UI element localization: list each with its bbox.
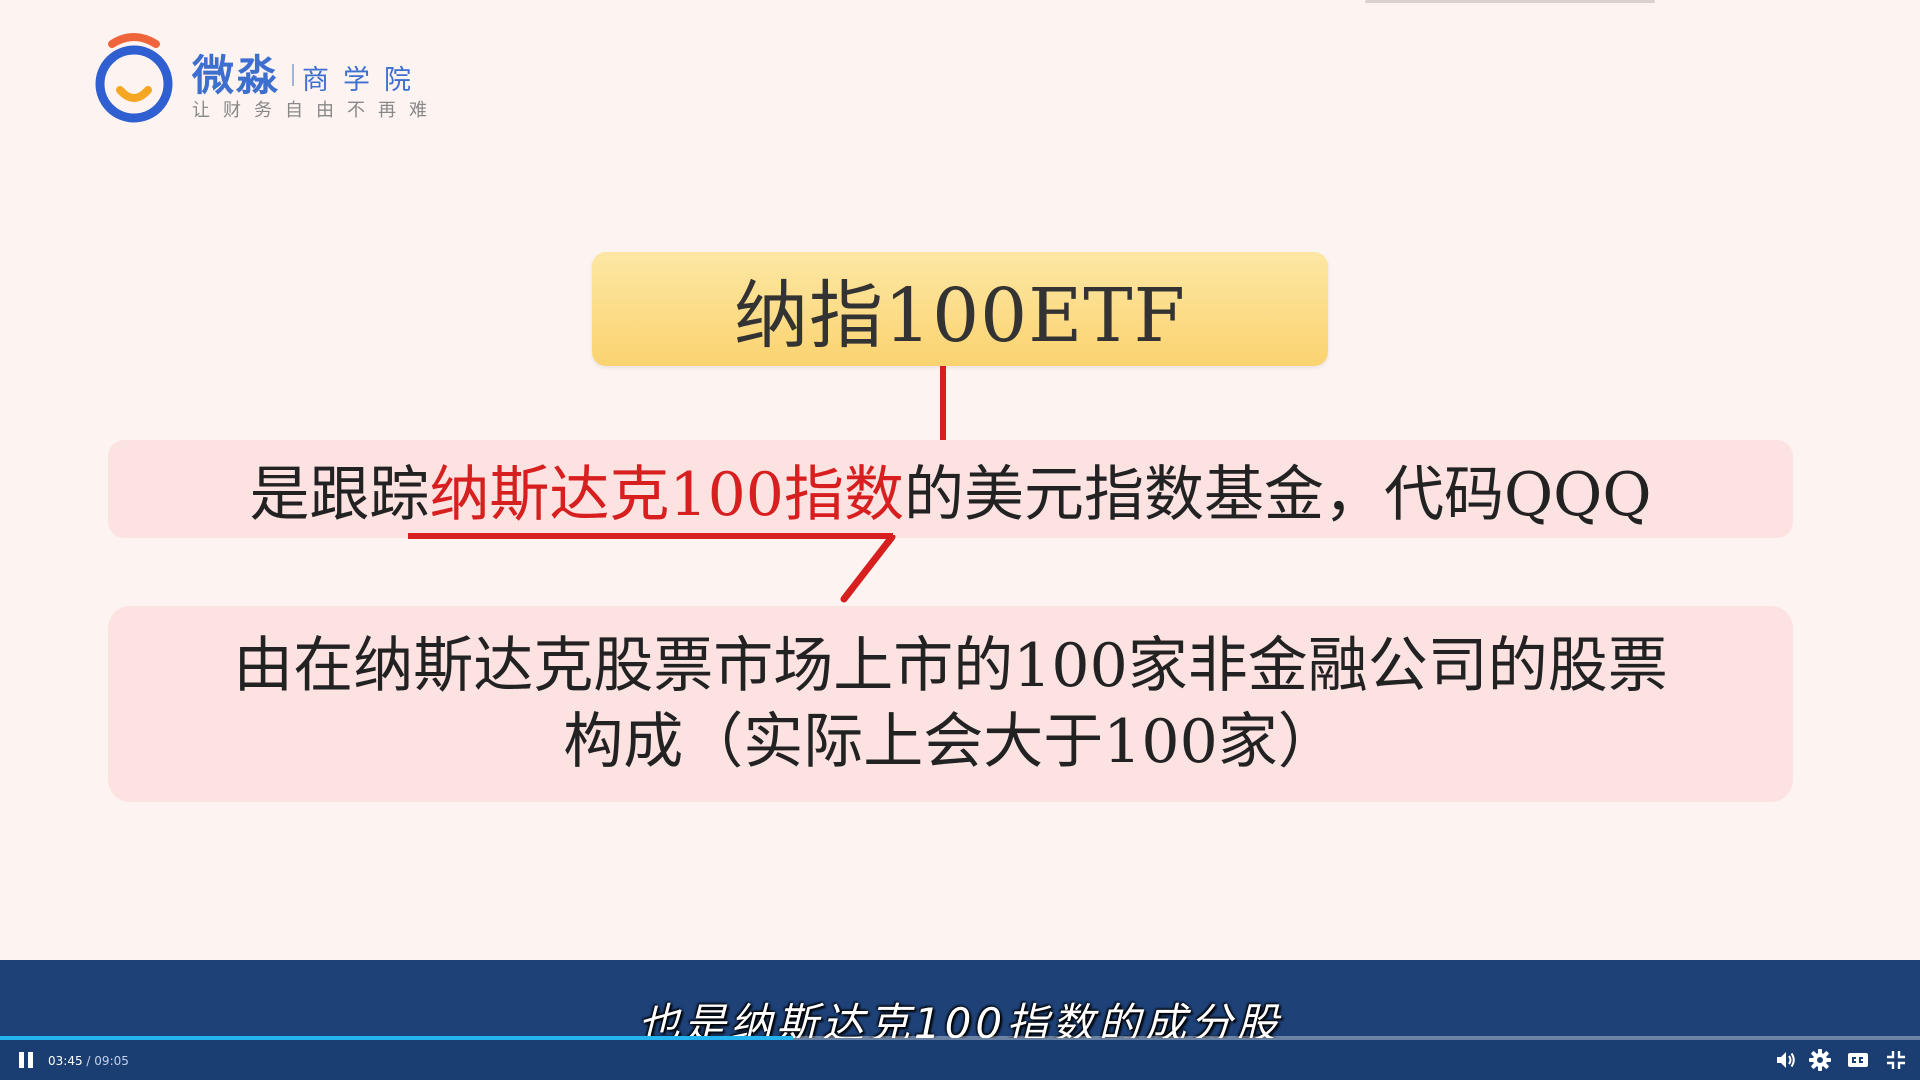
- progress-fill: [0, 1036, 793, 1040]
- volume-button[interactable]: [1774, 1048, 1798, 1072]
- progress-track[interactable]: [0, 1036, 1920, 1040]
- volume-icon: [1777, 1052, 1795, 1068]
- composition-row: 由在纳斯达克股票市场上市的100家非金融公司的股票构成（实际上会大于100家）: [108, 606, 1793, 802]
- highlight-underline: [408, 533, 893, 539]
- duration: 09:05: [94, 1054, 129, 1068]
- connector-line: [940, 366, 946, 440]
- diagram-title-box: 纳指100ETF: [592, 252, 1328, 366]
- definition-prefix: 是跟踪: [249, 459, 430, 530]
- definition-highlight: 纳斯达克100指数: [429, 459, 904, 530]
- pause-button[interactable]: [16, 1050, 36, 1070]
- brand-slogan: 让财务自由不再难: [192, 100, 440, 121]
- gear-icon: [1809, 1049, 1831, 1071]
- brand-suffix: 商学院: [292, 58, 425, 97]
- video-frame[interactable]: 微淼 商学院 让财务自由不再难 纳指100ETF 是跟踪纳斯达克100指数的美元…: [0, 0, 1920, 1080]
- brand-name: 微淼: [192, 51, 281, 100]
- captions-button[interactable]: [1846, 1048, 1870, 1072]
- definition-suffix: 的美元指数基金，代码QQQ: [903, 459, 1652, 530]
- definition-row: 是跟踪纳斯达克100指数的美元指数基金，代码QQQ: [108, 440, 1793, 538]
- current-time: 03:45: [48, 1054, 83, 1068]
- settings-button[interactable]: [1808, 1048, 1832, 1072]
- exit-fullscreen-icon: [1887, 1051, 1905, 1069]
- composition-text: 由在纳斯达克股票市场上市的100家非金融公司的股票构成（实际上会大于100家）: [233, 631, 1668, 777]
- time-display: 03:45 / 09:05: [48, 1054, 129, 1068]
- pause-icon-bar: [28, 1052, 33, 1068]
- player-control-bar: [0, 1038, 1920, 1080]
- connector-diagonal: [840, 535, 896, 603]
- logo-ring-icon: [95, 33, 173, 123]
- definition-text: 是跟踪纳斯达克100指数的美元指数基金，代码QQQ: [249, 446, 1651, 533]
- exit-fullscreen-button[interactable]: [1884, 1048, 1908, 1072]
- pause-icon: [19, 1052, 24, 1068]
- captions-icon: [1848, 1053, 1868, 1067]
- brand-logo: 微淼 商学院 让财务自由不再难: [92, 30, 452, 130]
- top-hint-bar: [1365, 0, 1655, 3]
- diagram-title: 纳指100ETF: [734, 272, 1186, 359]
- time-separator: /: [86, 1054, 91, 1068]
